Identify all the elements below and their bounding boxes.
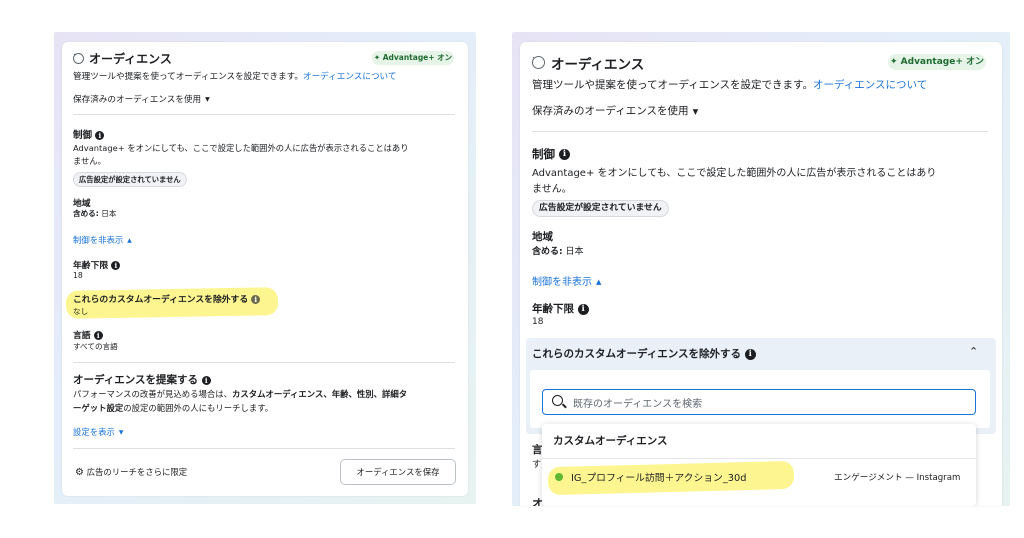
dropdown-section-header: カスタムオーディエンス	[553, 435, 668, 447]
show-settings-text: 設定を表示	[73, 427, 115, 437]
info-icon[interactable]: i	[559, 149, 571, 160]
advantage-badge[interactable]: ✦ Advantage+ オン	[372, 51, 454, 65]
info-icon[interactable]: i	[577, 303, 589, 315]
audience-search-input[interactable]: 既存のオーディエンスを検索	[542, 389, 976, 415]
audience-item-source: エンゲージメント — Instagram	[834, 473, 961, 483]
divider	[532, 131, 988, 132]
suggest-desc-bold: カスタムオーディエンス、年齢、性別、詳細タ	[231, 389, 408, 399]
audience-description: 管理ツールや提案を使ってオーディエンスを設定できます。オーディエンスについて	[532, 77, 927, 92]
language-label: 言語 i	[73, 328, 103, 341]
control-description-1: Advantage+ をオンにしても、ここで設定した範囲外の人に広告が表示される…	[73, 143, 409, 153]
control-description-2: ません。	[532, 184, 572, 195]
language-label-text: 言語	[73, 331, 91, 341]
advantage-badge[interactable]: ✦ Advantage+ オン	[888, 54, 986, 70]
search-icon-handle	[562, 403, 567, 409]
saved-audience-dropdown[interactable]: 保存済みのオーディエンスを使用 ▼	[73, 93, 210, 105]
caret-down-icon: ▼	[205, 96, 210, 103]
audience-list-item[interactable]: IG_プロフィール訪問＋アクション_30d エンゲージメント — Instagr…	[542, 462, 976, 494]
region-value: 含める: 日本	[532, 244, 584, 257]
caret-down-icon: ▼	[692, 106, 699, 116]
divider	[73, 448, 455, 449]
audience-item-name: IG_プロフィール訪問＋アクション_30d	[571, 473, 747, 484]
left-audience-card: オーディエンス ✦ Advantage+ オン 管理ツールや提案を使ってオーディ…	[62, 42, 468, 496]
control-title-text: 制御	[73, 130, 93, 141]
hide-control-text: 制御を非表示	[73, 235, 124, 245]
suggest-title-text: オーディエンスを提案する	[73, 374, 199, 386]
suggest-description-2: ーゲット設定の設定の範囲外の人にもリーチします。	[73, 402, 273, 414]
language-value: すべての言語	[73, 342, 118, 351]
check-circle-icon	[532, 56, 545, 69]
ad-settings-pill: 広告設定が設定されていません	[532, 200, 669, 217]
right-audience-card: オーディエンス ✦ Advantage+ オン 管理ツールや提案を使ってオーディ…	[520, 42, 1002, 506]
divider	[542, 458, 976, 459]
ad-settings-pill: 広告設定が設定されていません	[73, 172, 187, 187]
control-title-text: 制御	[532, 147, 555, 161]
language-value-peek: す	[532, 460, 542, 470]
saved-audience-label: 保存済みのオーディエンスを使用	[73, 95, 202, 105]
exclude-label-text: これらのカスタムオーディエンスを除外する	[532, 348, 742, 360]
suggest-desc-text: パフォーマンスの改善が見込める場合は、	[73, 389, 232, 399]
saved-audience-dropdown[interactable]: 保存済みのオーディエンスを使用 ▼	[532, 103, 698, 118]
control-description-2: ません。	[73, 156, 106, 166]
info-icon[interactable]: i	[744, 348, 756, 360]
info-icon[interactable]: i	[111, 261, 121, 270]
gear-icon: ⚙	[75, 467, 84, 478]
suggest-audience-title: オーディエンスを提案する i	[73, 372, 211, 387]
caret-up-icon: ▲	[596, 278, 602, 286]
min-age-label-text: 年齢下限	[532, 303, 574, 315]
show-settings-link[interactable]: 設定を表示 ▼	[73, 426, 123, 438]
suggest-desc-bold: ーゲット設定	[73, 403, 124, 413]
saved-audience-label: 保存済みのオーディエンスを使用	[532, 105, 689, 117]
audience-description: 管理ツールや提案を使ってオーディエンスを設定できます。オーディエンスについて	[73, 70, 396, 82]
region-include-label: 含める:	[73, 209, 99, 218]
region-value-text: 日本	[101, 209, 117, 218]
control-title: 制御 i	[532, 146, 571, 162]
divider	[73, 114, 455, 115]
region-value: 含める: 日本	[73, 208, 116, 219]
min-age-value: 18	[532, 317, 544, 327]
description-text: 管理ツールや提案を使ってオーディエンスを設定できます。	[73, 72, 303, 82]
save-audience-button[interactable]: オーディエンスを保存	[340, 459, 456, 485]
info-icon[interactable]: i	[201, 375, 211, 385]
region-label: 地域	[532, 231, 553, 243]
min-age-label: 年齢下限 i	[73, 258, 121, 271]
hide-control-text: 制御を非表示	[532, 277, 592, 288]
caret-down-icon: ▼	[118, 429, 124, 436]
limit-reach-link[interactable]: ⚙ 広告のリーチをさらに限定	[75, 466, 187, 478]
exclude-audience-label[interactable]: これらのカスタムオーディエンスを除外する i	[73, 292, 261, 305]
audience-title: オーディエンス	[551, 57, 645, 73]
limit-reach-text: 広告のリーチをさらに限定	[86, 467, 188, 477]
status-dot	[555, 473, 563, 481]
collapse-chevron-icon[interactable]: ⌃	[969, 345, 978, 358]
min-age-label-text: 年齢下限	[73, 261, 109, 271]
audience-title: オーディエンス	[89, 52, 172, 66]
exclude-label-text: これらのカスタムオーディエンスを除外する	[73, 295, 249, 305]
control-title: 制御 i	[73, 127, 105, 141]
language-label-peek: 言	[532, 444, 543, 456]
hide-control-link[interactable]: 制御を非表示 ▲	[73, 234, 132, 246]
about-audience-link[interactable]: オーディエンスについて	[813, 79, 927, 91]
suggest-description-1: パフォーマンスの改善が見込める場合は、カスタムオーディエンス、年齢、性別、詳細タ	[73, 388, 407, 400]
caret-up-icon: ▲	[127, 237, 132, 244]
check-circle-icon	[73, 53, 84, 64]
divider	[73, 362, 455, 363]
exclude-audience-section: これらのカスタムオーディエンスを除外する i ⌃ 既存のオーディエンスを検索	[526, 338, 996, 434]
control-description-1: Advantage+ をオンにしても、ここで設定した範囲外の人に広告が表示される…	[532, 168, 937, 179]
exclude-audience-header[interactable]: これらのカスタムオーディエンスを除外する i	[532, 346, 756, 361]
hide-control-link[interactable]: 制御を非表示 ▲	[532, 273, 601, 288]
about-audience-link[interactable]: オーディエンスについて	[303, 72, 397, 82]
search-placeholder: 既存のオーディエンスを検索	[573, 399, 703, 410]
suggest-desc-text: の設定の範囲外の人にもリーチします。	[123, 403, 274, 413]
min-age-label: 年齢下限 i	[532, 301, 589, 316]
region-value-text: 日本	[565, 247, 584, 257]
info-icon[interactable]: i	[93, 331, 103, 340]
description-text: 管理ツールや提案を使ってオーディエンスを設定できます。	[532, 79, 813, 91]
audience-dropdown: カスタムオーディエンス IG_プロフィール訪問＋アクション_30d エンゲージメ…	[542, 424, 976, 506]
exclude-audience-value: なし	[73, 307, 89, 316]
region-include-label: 含める:	[532, 247, 563, 257]
info-icon[interactable]: i	[251, 295, 261, 304]
info-icon[interactable]: i	[95, 131, 105, 140]
min-age-value: 18	[73, 271, 83, 280]
